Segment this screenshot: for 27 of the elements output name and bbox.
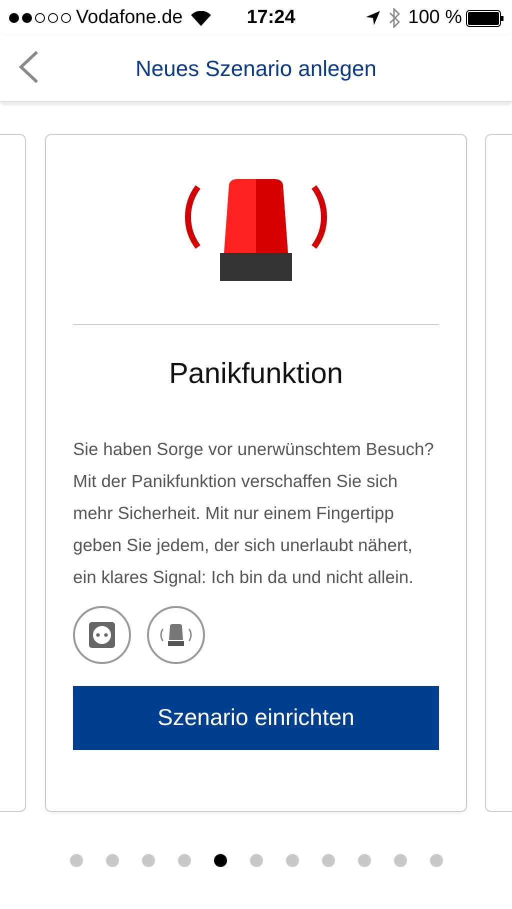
- battery-icon: [466, 10, 504, 26]
- page-dot[interactable]: [430, 854, 442, 867]
- carrier-name: Vodafone.de: [76, 6, 183, 30]
- siren-icon: [160, 622, 192, 646]
- scenario-title: Panikfunktion: [168, 357, 344, 392]
- page-dot[interactable]: [394, 854, 406, 867]
- page-title: Neues Szenario anlegen: [136, 55, 376, 83]
- siren-icon: [184, 177, 328, 283]
- page-dot[interactable]: [142, 854, 154, 867]
- battery-percent: 100 %: [408, 6, 462, 30]
- page-dot[interactable]: [322, 854, 334, 867]
- signal-icon: [8, 12, 72, 24]
- setup-scenario-button[interactable]: Szenario einrichten: [73, 686, 439, 750]
- page-dot[interactable]: [214, 854, 226, 867]
- wifi-icon: [190, 10, 211, 26]
- bluetooth-icon: [389, 8, 400, 28]
- page-dot[interactable]: [286, 854, 298, 867]
- page-dot[interactable]: [178, 854, 190, 867]
- page-dot[interactable]: [358, 854, 370, 867]
- page-dot[interactable]: [250, 854, 262, 867]
- page-dot[interactable]: [70, 854, 82, 867]
- scenario-description: Sie haben Sorge vor unerwünschtem Besuch? Mit der Panikfunktion verschaffen Sie sich mehr Sicherheit. Mit nur einem Fingertipp geben Sie jedem, der sich unerlaubt nähert, ein klares Signal: Ich bin da und nicht allein.: [73, 438, 435, 589]
- back-button[interactable]: [18, 50, 40, 84]
- clock-time: 17:24: [246, 6, 296, 30]
- page-dot[interactable]: [106, 854, 118, 867]
- socket-icon: [89, 622, 115, 648]
- location-arrow-icon: [365, 10, 382, 26]
